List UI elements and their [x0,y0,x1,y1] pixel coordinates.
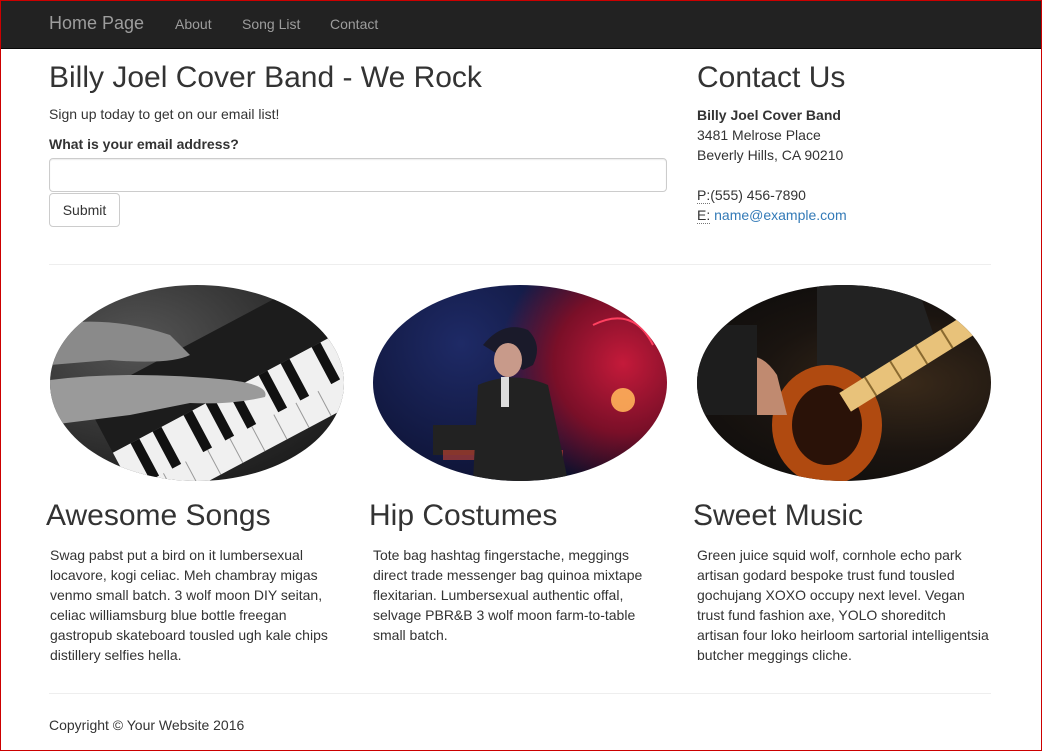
contact-phone: (555) 456-7890 [710,187,806,203]
footer-divider [49,693,991,694]
navbar: Home Page About Song List Contact [1,1,1041,49]
feature-text: Tote bag hashtag fingerstache, meggings … [373,547,643,643]
signup-text: Sign up today to get on our email list! [49,106,280,122]
singer-illustration [433,317,654,481]
singer-image [373,285,667,481]
feature-title: Awesome Songs [46,499,271,532]
brand-link[interactable]: Home Page [49,13,144,34]
feature-awesome-songs: Awesome Songs Swag pabst put a bird on i… [46,285,344,663]
email-input[interactable] [49,158,667,192]
feature-text: Green juice squid wolf, cornhole echo pa… [697,547,989,663]
email-abbr: E: [697,207,711,224]
contact-email-link[interactable]: name@example.com [714,207,847,223]
guitar-image [697,285,991,481]
nav-link-song-list[interactable]: Song List [242,16,300,32]
section-divider [49,264,991,265]
page-title: Billy Joel Cover Band - We Rock [49,61,482,94]
contact-email-row: E: name@example.com [697,205,847,225]
feature-title: Hip Costumes [369,499,558,532]
contact-title: Contact Us [697,61,846,94]
feature-hip-costumes: Hip Costumes Tote bag hashtag fingerstac… [369,285,667,643]
contact-address: Billy Joel Cover Band 3481 Melrose Place… [697,105,847,225]
feature-sweet-music: Sweet Music Green juice squid wolf, corn… [693,285,991,663]
copyright-text: Copyright © Your Website 2016 [49,717,245,733]
nav-link-contact[interactable]: Contact [330,16,378,32]
contact-name: Billy Joel Cover Band [697,107,841,123]
contact-phone-row: P:(555) 456-7890 [697,185,847,205]
piano-illustration [50,285,344,481]
contact-street: 3481 Melrose Place [697,127,821,143]
nav-link-about[interactable]: About [175,16,212,32]
footer: Copyright © Your Website 2016 [49,717,244,733]
guitar-illustration [697,285,991,481]
piano-image [50,285,344,481]
email-label: What is your email address? [49,136,239,152]
submit-button[interactable]: Submit [49,193,120,227]
feature-title: Sweet Music [693,499,864,532]
feature-text: Swag pabst put a bird on it lumbersexual… [50,547,328,663]
phone-abbr: P: [697,187,711,204]
contact-city: Beverly Hills, CA 90210 [697,147,844,163]
